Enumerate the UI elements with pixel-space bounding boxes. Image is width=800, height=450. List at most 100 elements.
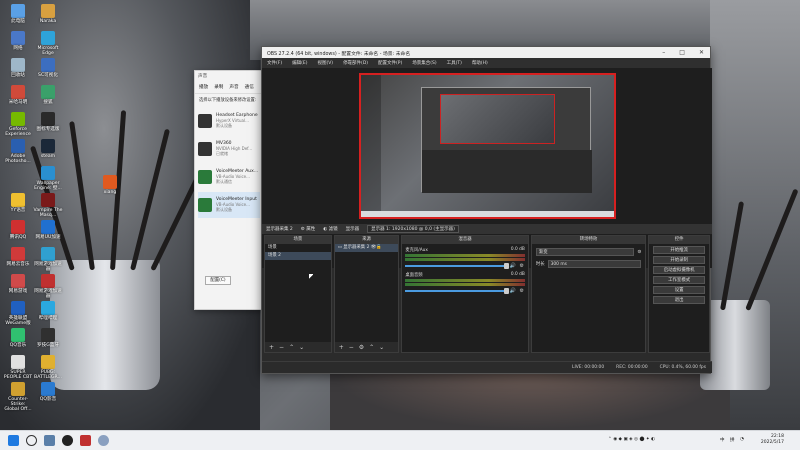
app-taskbar-icon[interactable] — [80, 435, 91, 446]
speaker-icon[interactable]: 🔊 — [510, 263, 516, 269]
transition-select[interactable]: 渐变 — [535, 248, 635, 256]
menu-edit[interactable]: 编辑(E) — [292, 60, 307, 66]
playback-device[interactable]: MV360 NVIDIA High Def... 已就绪 — [198, 136, 260, 162]
desktop-icon[interactable]: 哔哩哔哩 — [33, 301, 63, 321]
gear-icon[interactable]: ⚙ — [519, 288, 525, 294]
filters-button[interactable]: ◐ 滤镜 — [323, 226, 337, 232]
desktop-icon[interactable]: YY语音 — [3, 193, 33, 213]
tray-icons[interactable]: ⌃ ◉ ◆ ▣ ◈ ◎ ⬤ ✦ ◐ — [608, 437, 655, 442]
menu-profile[interactable]: 配置文件(P) — [378, 60, 402, 66]
menu-file[interactable]: 文件(F) — [267, 60, 282, 66]
playback-device-selected[interactable]: VoiceMeeter Input VB-Audio Voice... 默认设备 — [198, 192, 260, 218]
menu-help[interactable]: 帮助(H) — [472, 60, 488, 66]
obs-window[interactable]: OBS 27.2.4 (64 bit, windows) - 配置文件: 未命名… — [261, 46, 712, 374]
desktop-icon[interactable]: PUBG: BATTLEGR... — [33, 355, 63, 380]
playback-device[interactable]: Headset Earphone HyperX Virtual... 默认设备 — [198, 108, 260, 134]
maximize-icon[interactable]: □ — [679, 49, 685, 56]
configure-button[interactable]: 配置(C) — [205, 276, 231, 285]
volume-slider[interactable] — [405, 288, 509, 294]
desktop-icon-label: Wallpaper Engine: 壁... — [34, 181, 62, 191]
tab-communications[interactable]: 通信 — [245, 84, 254, 90]
menu-docks[interactable]: 停靠部件(D) — [343, 60, 368, 66]
up-icon[interactable]: ⌃ — [289, 344, 294, 351]
desktop-icon[interactable]: SC可视化 — [33, 58, 63, 78]
windows-start-icon[interactable] — [8, 435, 19, 446]
desktop-icon[interactable]: Naraka — [33, 4, 63, 24]
taskbar-clock[interactable]: 22:18 2022/5/17 — [761, 434, 784, 446]
obs-taskbar-icon[interactable] — [62, 435, 73, 446]
down-icon[interactable]: ⌄ — [379, 344, 384, 351]
menu-tools[interactable]: 工具(T) — [447, 60, 462, 66]
desktop-icon[interactable]: Wallpaper Engine: 壁... — [33, 166, 63, 191]
gear-icon[interactable]: ⚙ — [637, 250, 641, 255]
display-select[interactable]: 显示器 1: 1920x1080 @ 0,0 (主显示器) — [367, 225, 459, 233]
remove-icon[interactable]: − — [349, 344, 354, 351]
gear-icon[interactable]: ⚙ — [519, 263, 525, 269]
menu-view[interactable]: 视图(V) — [317, 60, 333, 66]
desktop-icon[interactable]: 网易游戏加速器 — [33, 247, 63, 272]
scene-item[interactable]: 场景 — [265, 244, 331, 252]
volume-slider[interactable] — [405, 263, 509, 269]
desktop-icon[interactable]: Vampire The Masq... — [33, 193, 63, 218]
desktop-icon[interactable]: 图标专选版 — [33, 112, 63, 132]
desktop-icon[interactable]: 此电脑 — [3, 4, 33, 24]
desktop-icon-label: 网络 — [13, 46, 23, 51]
desktop-icon[interactable]: Adobe Photosho... — [3, 139, 33, 164]
up-icon[interactable]: ⌃ — [369, 344, 374, 351]
desktop-icon[interactable]: 网易游戏 — [3, 274, 33, 294]
desktop-icon[interactable]: xiang — [95, 175, 125, 195]
remove-icon[interactable]: − — [279, 344, 284, 351]
sound-taskbar-icon[interactable] — [98, 435, 109, 446]
desktop-icon[interactable]: QQ影音 — [33, 382, 63, 402]
settings-button[interactable]: 设置 — [653, 286, 705, 294]
studio-mode-button[interactable]: 工作室模式 — [653, 276, 705, 284]
tab-recording[interactable]: 录制 — [214, 84, 223, 90]
desktop-icon-label: Naraka — [39, 19, 57, 24]
desktop-icon[interactable]: steam — [33, 139, 63, 159]
preview-canvas[interactable] — [359, 73, 616, 219]
desktop-icon[interactable]: 网易云音乐 — [3, 247, 33, 267]
app-icon — [11, 31, 25, 45]
scene-item-selected[interactable]: 场景 2 — [265, 252, 331, 260]
tab-playback[interactable]: 播放 — [199, 84, 208, 90]
properties-button[interactable]: ⚙ 属性 — [301, 226, 315, 232]
desktop-icon[interactable]: 搜狐 — [33, 85, 63, 105]
duration-input[interactable]: 300 ms — [547, 260, 642, 268]
desktop-icon[interactable]: 网易游戏加速器 — [33, 274, 63, 299]
search-icon[interactable] — [26, 435, 37, 446]
speaker-icon[interactable]: 🔊 — [510, 288, 516, 294]
ime-indicator[interactable]: 中 — [720, 437, 725, 443]
desktop-icon[interactable]: SUPER PEOPLE CBT — [3, 355, 33, 380]
desktop-icon[interactable]: 腾讯QQ — [3, 220, 33, 240]
add-icon[interactable]: + — [269, 344, 274, 351]
desktop-icon[interactable]: 回收站 — [3, 58, 33, 78]
start-recording-button[interactable]: 开始录制 — [653, 256, 705, 264]
start-virtual-camera-button[interactable]: 启动虚拟摄像机 — [653, 266, 705, 274]
desktop-icon[interactable]: 网络 — [3, 31, 33, 51]
source-item[interactable]: ▭ 显示器采集 2 👁🔓 — [334, 244, 399, 252]
tab-sounds[interactable]: 声音 — [229, 84, 238, 90]
start-streaming-button[interactable]: 开始推流 — [653, 246, 705, 254]
desktop-icon[interactable]: Microsoft Edge — [33, 31, 63, 56]
desktop-icon[interactable]: Geforce Experience — [3, 112, 33, 137]
sound-dialog[interactable]: 声音 播放 录制 声音 通信 选择以下播放设备来修改设置: Headset Ea… — [194, 70, 264, 310]
minimize-icon[interactable]: – — [662, 49, 665, 56]
settings-gear-icon[interactable] — [44, 435, 55, 446]
ime-mode[interactable]: 拼 — [730, 437, 735, 443]
desktop-icon[interactable]: 英雄联盟 WeGame版 — [3, 301, 33, 326]
desktop-icon[interactable]: 网易UU加速 — [33, 220, 63, 240]
desktop-icon[interactable]: QQ音乐 — [3, 328, 33, 348]
down-icon[interactable]: ⌄ — [299, 344, 304, 351]
nested-obs-preview — [421, 87, 592, 193]
app-icon — [103, 175, 117, 189]
exit-button[interactable]: 退出 — [653, 296, 705, 304]
playback-device[interactable]: VoiceMeeter Aux... VB-Audio Voice... 默认通信 — [198, 164, 260, 190]
add-icon[interactable]: + — [339, 344, 344, 351]
wifi-icon[interactable]: ◔ — [740, 437, 744, 442]
desktop-icon[interactable]: 罗技G蓝牙 — [33, 328, 63, 348]
gear-icon[interactable]: ⚙ — [359, 344, 364, 351]
desktop-icon[interactable]: 米哈马明 — [3, 85, 33, 105]
menu-scene-collection[interactable]: 场景集合(S) — [412, 60, 436, 66]
desktop-icon[interactable]: Counter-Strike: Global Off... — [3, 382, 33, 412]
close-icon[interactable]: ✕ — [699, 49, 704, 56]
